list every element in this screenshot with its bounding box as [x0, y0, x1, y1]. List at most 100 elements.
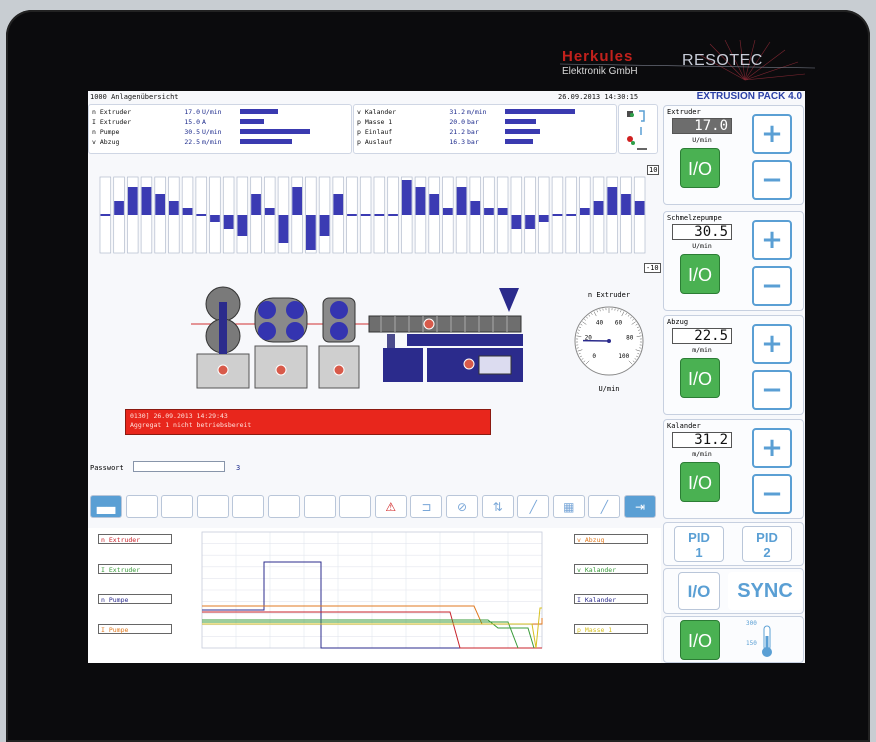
- deviation-bar: [593, 201, 604, 215]
- pid-2-label: PID: [756, 530, 778, 545]
- deviation-bar: [210, 215, 220, 222]
- decrease-button[interactable]: −: [752, 474, 792, 514]
- pid-1-button[interactable]: PID 1: [674, 526, 724, 562]
- hmi-screen: 1000 Anlagenübersicht 26.09.2013 14:30:1…: [88, 91, 805, 663]
- process-value-value: 16.3: [449, 138, 465, 146]
- toolbar-empty-button[interactable]: [303, 495, 336, 518]
- process-value-unit: U/min: [202, 128, 222, 136]
- process-value-row: p Auslauf 16.3 bar: [357, 138, 612, 146]
- process-value-name: p Einlauf: [357, 128, 393, 136]
- deviation-bar: [319, 215, 330, 236]
- pid-2-button[interactable]: PID 2: [742, 526, 792, 562]
- trend-legend-left[interactable]: n Extruder: [98, 534, 172, 544]
- gauge-tick-label: 0: [592, 353, 596, 360]
- updown-icon[interactable]: ⇅: [481, 495, 514, 518]
- deviation-bar: [223, 215, 234, 229]
- process-value-row: p Masse 1 20.0 bar: [357, 118, 612, 126]
- door-icon[interactable]: ⊐: [410, 495, 443, 518]
- drive-unit: m/min: [692, 346, 712, 354]
- increase-button[interactable]: +: [752, 220, 792, 260]
- trend-legend-left[interactable]: I Pumpe: [98, 624, 172, 634]
- overview-icon[interactable]: ▄▄: [90, 495, 122, 518]
- product-title: EXTRUSION PACK 4.0: [696, 91, 802, 102]
- grid-icon[interactable]: ▦: [552, 495, 585, 518]
- datetime: 26.09.2013 14:30:15: [558, 93, 639, 101]
- warning-icon[interactable]: ⚠: [374, 495, 407, 518]
- process-value-row: n Pumpe 30.5 U/min: [92, 128, 347, 136]
- page-title: 1000 Anlagenübersicht: [90, 93, 179, 101]
- decrease-button[interactable]: −: [752, 160, 792, 200]
- resotec-logo-text: RESOTEC: [682, 52, 763, 69]
- deviation-bar: [169, 201, 179, 215]
- drive-unit: m/min: [692, 450, 712, 458]
- deviation-bar: [264, 208, 275, 215]
- trend-legend-left[interactable]: n Pumpe: [98, 594, 172, 604]
- pid-1-number: 1: [695, 545, 703, 560]
- password-input[interactable]: [133, 461, 225, 472]
- mode-icons[interactable]: [618, 104, 658, 154]
- toolbar-empty-button[interactable]: [268, 495, 300, 518]
- process-value-row: v Abzug 22.5 m/min: [92, 138, 347, 146]
- drive-setpoint[interactable]: 17.0: [672, 118, 732, 134]
- deviation-bar: [511, 215, 522, 229]
- decrease-button[interactable]: −: [752, 266, 792, 306]
- brush-icon[interactable]: ╱: [588, 495, 621, 518]
- drive-title: Extruder: [667, 108, 701, 116]
- password-label: Passwort: [90, 464, 124, 472]
- toolbar-empty-button[interactable]: [161, 495, 194, 518]
- trend-legend-left[interactable]: I Extruder: [98, 564, 172, 574]
- exit-icon[interactable]: ⇥: [624, 495, 656, 518]
- drive-setpoint[interactable]: 31.2: [672, 432, 732, 448]
- process-value-bar: [240, 119, 264, 124]
- increase-button[interactable]: +: [752, 428, 792, 468]
- toolbar-empty-button[interactable]: [232, 495, 265, 518]
- drive-setpoint[interactable]: 22.5: [672, 328, 732, 344]
- deviation-bar: [155, 194, 165, 215]
- stop-icon[interactable]: ⊘: [446, 495, 478, 518]
- pid-2-number: 2: [763, 545, 771, 560]
- gauge-tick-label: 40: [596, 319, 604, 326]
- drive-panel-kalander: Kalander 31.2 m/min I/O + −: [663, 419, 804, 519]
- process-value-value: 17.0: [184, 108, 200, 116]
- trend-legend-right[interactable]: v Kalander: [574, 564, 648, 574]
- heating-panel: I/O 300 150: [663, 616, 804, 663]
- process-values-left: n Extruder 17.0 U/min I Extruder 15.0 An Pump…: [88, 104, 352, 154]
- deviation-bar: [580, 208, 590, 215]
- drive-io-button[interactable]: I/O: [680, 254, 720, 294]
- deviation-bar: [127, 187, 138, 215]
- process-value-unit: m/min: [467, 108, 487, 116]
- process-value-unit: A: [202, 118, 206, 126]
- pen-icon[interactable]: ╱: [517, 495, 550, 518]
- increase-button[interactable]: +: [752, 114, 792, 154]
- rpm-gauge: n Extruder 0 20 40 60 80 100 U/min: [564, 291, 654, 401]
- process-value-row: v Kalander 31.2 m/min: [357, 108, 612, 116]
- deviation-chart-svg: [99, 176, 646, 254]
- toolbar-empty-button[interactable]: [196, 495, 229, 518]
- drive-io-button[interactable]: I/O: [680, 148, 720, 188]
- sync-button[interactable]: SYNC: [728, 572, 802, 610]
- io-all-button[interactable]: I/O: [678, 572, 720, 610]
- drive-title: Abzug: [667, 318, 689, 326]
- thermometer-icon[interactable]: 300 150: [744, 620, 784, 660]
- heating-io-button[interactable]: I/O: [680, 620, 720, 660]
- drive-io-button[interactable]: I/O: [680, 358, 720, 398]
- drive-setpoint[interactable]: 30.5: [672, 224, 732, 240]
- alarm-message-box[interactable]: 0130] 26.09.2013 14:29:43 Aggregat 1 nic…: [125, 409, 491, 435]
- decrease-button[interactable]: −: [752, 370, 792, 410]
- toolbar-empty-button[interactable]: [339, 495, 372, 518]
- toolbar-empty-button[interactable]: [125, 495, 158, 518]
- drive-io-button[interactable]: I/O: [680, 462, 720, 502]
- deviation-bar: [347, 214, 357, 216]
- increase-button[interactable]: +: [752, 324, 792, 364]
- process-value-bar: [240, 129, 310, 134]
- process-value-value: 20.0: [449, 118, 465, 126]
- toolbar: ▄▄ ⚠ ⊐ ⊘ ⇅ ╱ ▦ ╱ ⇥: [88, 493, 661, 521]
- trend-legend-right[interactable]: I Kalander: [574, 594, 648, 604]
- trend-legend-right[interactable]: v Abzug: [574, 534, 648, 544]
- process-value-name: p Auslauf: [357, 138, 393, 146]
- deviation-bar: [333, 194, 344, 215]
- trend-legend-right[interactable]: p Masse 1: [574, 624, 648, 634]
- process-values-right: v Kalander 31.2 m/min p Masse 1 20.0 bar p Ein…: [353, 104, 617, 154]
- status-bar: 1000 Anlagenübersicht 26.09.2013 14:30:1…: [88, 91, 661, 103]
- trend-panel: n Extruder I Extruder n Pumpe I Pumpe v Abzu…: [88, 528, 661, 663]
